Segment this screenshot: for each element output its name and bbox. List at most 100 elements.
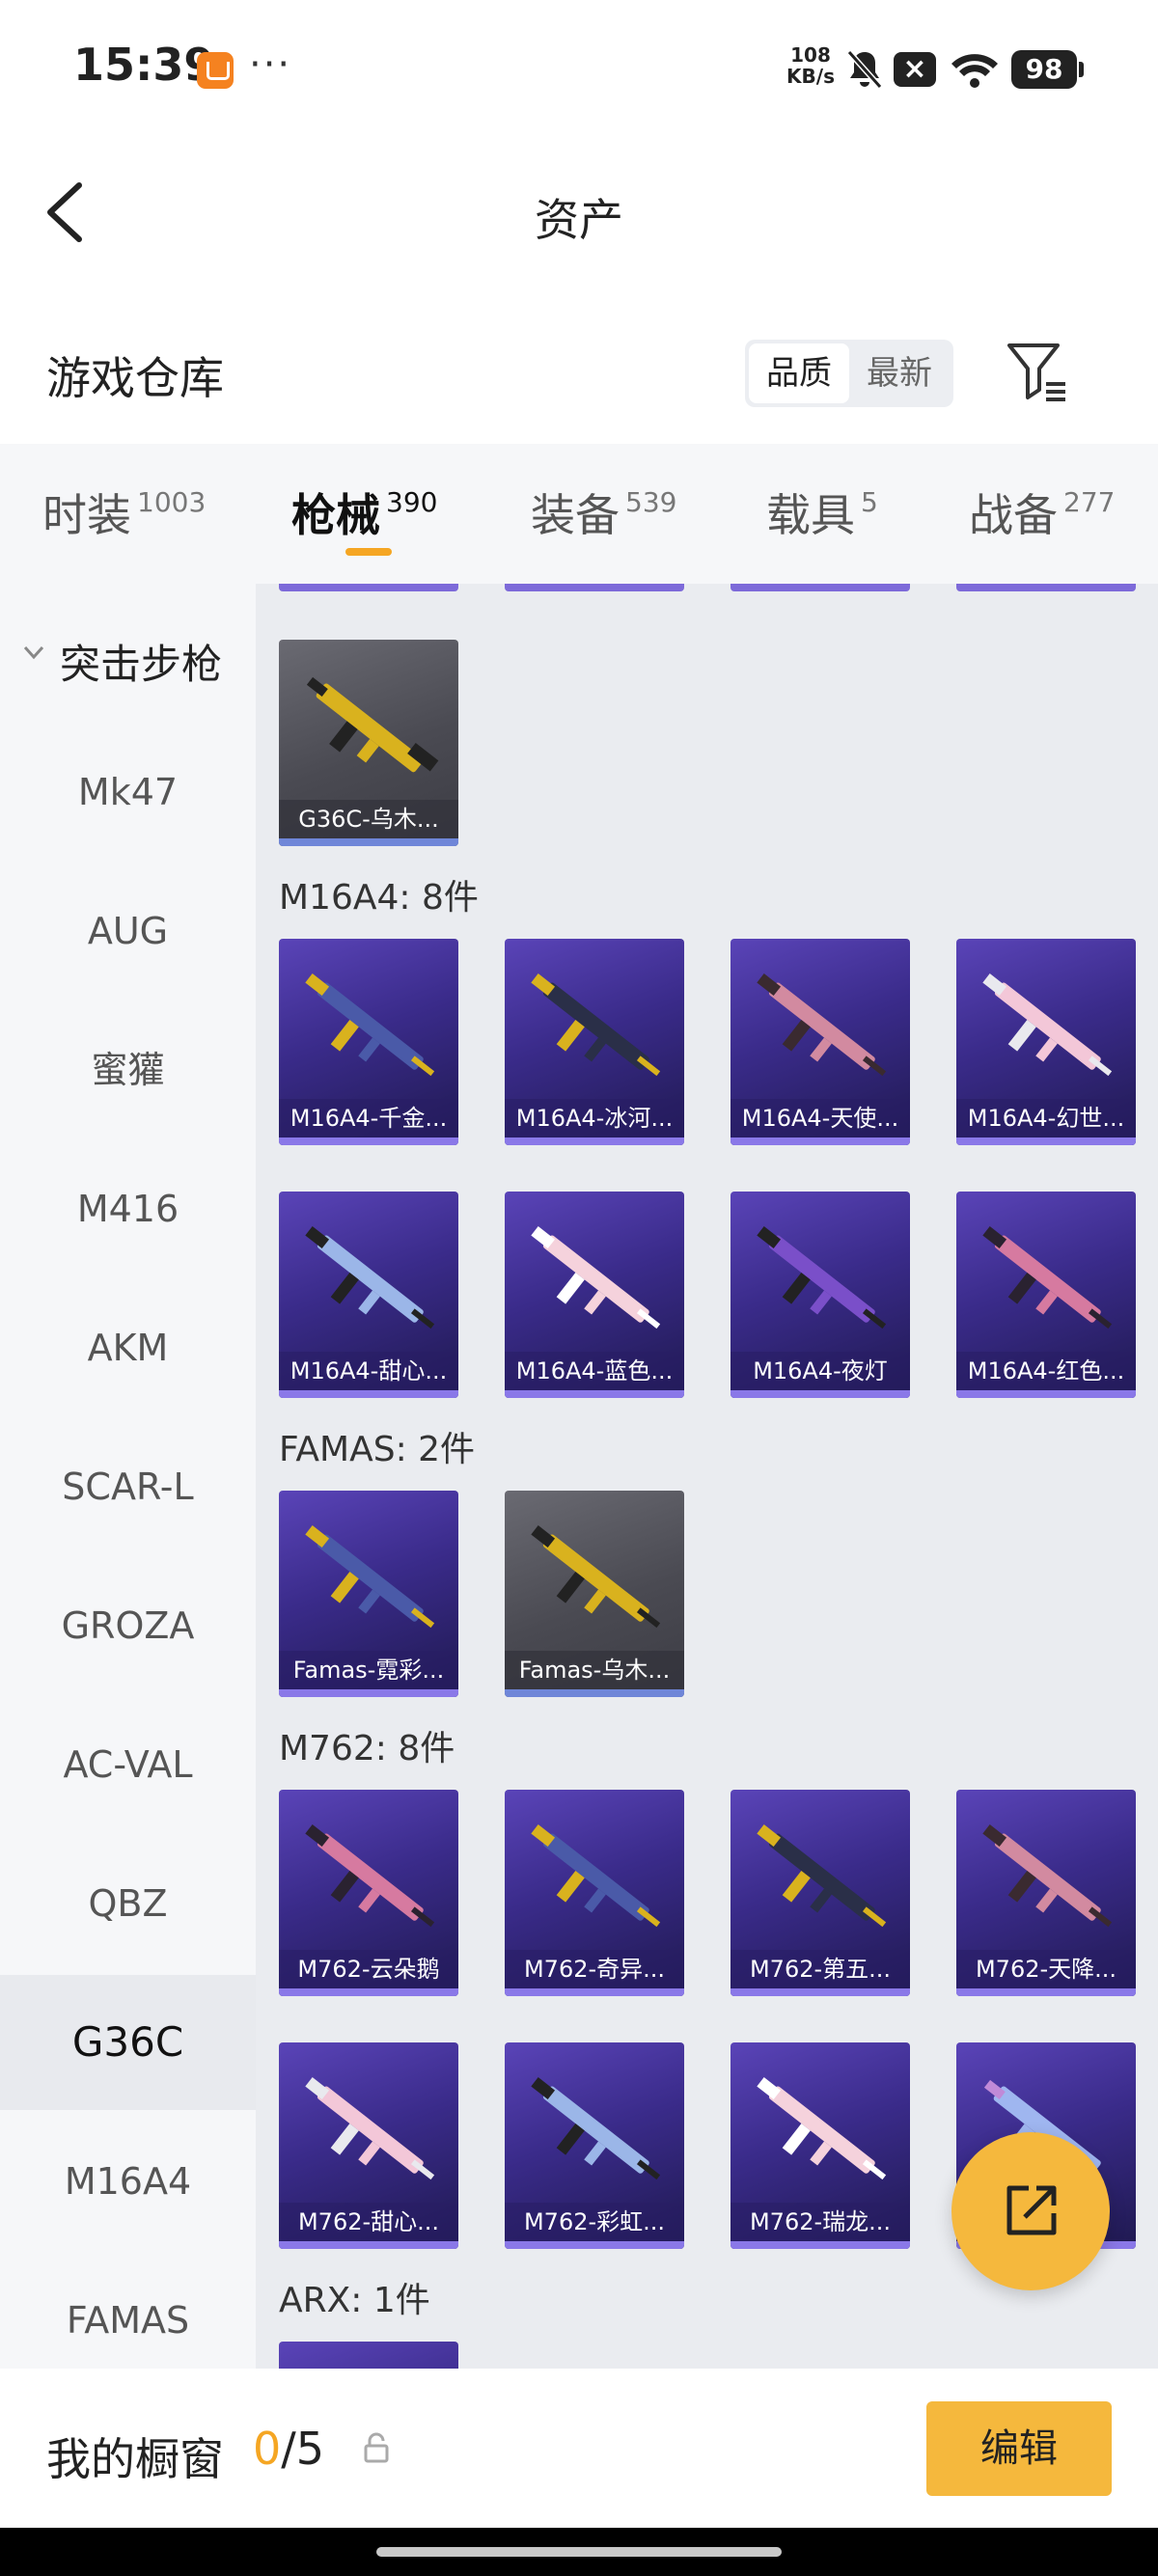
gun-image xyxy=(305,1824,435,1928)
category-tabs: 时装 1003 枪械 390 装备 539 载具 5 战备 277 xyxy=(0,444,1158,584)
gun-image xyxy=(531,1824,661,1928)
weapon-card[interactable]: M762-天降... xyxy=(956,1790,1136,1996)
sort-option-newest[interactable]: 最新 xyxy=(849,343,950,403)
sidebar-item-ac-val[interactable]: AC-VAL xyxy=(0,1697,256,1832)
card-quality-bar xyxy=(505,1390,684,1398)
filter-icon[interactable] xyxy=(1004,338,1071,405)
tab-guns[interactable]: 枪械 390 xyxy=(291,480,437,558)
gun-image xyxy=(757,1226,887,1329)
gun-image xyxy=(982,1226,1113,1329)
card-quality-bar xyxy=(505,1137,684,1145)
weapon-card-label: M762-第五... xyxy=(731,1950,910,1988)
weapon-card[interactable]: M16A4-千金... xyxy=(279,939,458,1145)
sidebar-item-scar-l[interactable]: SCAR-L xyxy=(0,1419,256,1554)
weapon-card[interactable]: M16A4-夜灯 xyxy=(731,1192,910,1398)
sidebar-item-m416[interactable]: M416 xyxy=(0,1141,256,1276)
weapon-card[interactable]: M16A4-红色... xyxy=(956,1192,1136,1398)
gun-image xyxy=(531,1226,661,1329)
weapon-type-sidebar: 突击步枪 Mk47 AUG 蜜獾 M416 AKM SCAR-L GROZA A… xyxy=(0,584,256,2369)
showcase-label: 我的橱窗 xyxy=(46,2433,224,2485)
tab-fashion[interactable]: 时装 1003 xyxy=(42,480,206,558)
weapon-card-label: M16A4-天使... xyxy=(731,1099,910,1137)
weapon-card-label: M762-天降... xyxy=(956,1950,1136,1988)
weapon-card-label: M16A4-蓝色... xyxy=(505,1352,684,1390)
sidebar-group-assault-rifles[interactable]: 突击步枪 xyxy=(0,613,256,701)
weapon-card[interactable]: M762-奇异... xyxy=(505,1790,684,1996)
tab-label: 载具 xyxy=(766,489,855,541)
sidebar-item-mk47[interactable]: Mk47 xyxy=(0,725,256,860)
gun-image xyxy=(982,1824,1113,1928)
card-quality-bar xyxy=(731,1137,910,1145)
showcase-bar: 我的橱窗 0/5 编辑 xyxy=(0,2369,1158,2528)
tab-label: 时装 xyxy=(42,489,131,541)
weapon-card[interactable]: M762-彩虹... xyxy=(505,2042,684,2249)
tab-supplies[interactable]: 战备 277 xyxy=(969,480,1115,558)
sidebar-item-qbz[interactable]: QBZ xyxy=(0,1836,256,1971)
home-indicator[interactable] xyxy=(376,2547,782,2557)
gun-image xyxy=(306,676,439,773)
tab-vehicles[interactable]: 载具 5 xyxy=(766,480,878,558)
gun-image xyxy=(757,1824,887,1928)
sort-option-quality[interactable]: 品质 xyxy=(749,343,849,403)
weapon-card-label: M16A4-幻世... xyxy=(956,1099,1136,1137)
app-icon xyxy=(197,52,234,89)
gun-image xyxy=(531,1525,661,1629)
card-quality-bar xyxy=(956,1390,1136,1398)
weapon-card[interactable]: Famas-乌木... xyxy=(505,1491,684,1697)
network-speed-value: 108 xyxy=(790,43,831,67)
status-bar: 15:39 ··· 108 KB/s × 98 xyxy=(0,0,1158,135)
weapon-card[interactable]: G36C-乌木... xyxy=(279,640,458,846)
tab-count: 390 xyxy=(386,486,438,518)
weapon-card-label: M16A4-冰河... xyxy=(505,1099,684,1137)
sidebar-item-groza[interactable]: GROZA xyxy=(0,1558,256,1693)
card-quality-bar xyxy=(279,2241,458,2249)
showcase-total: /5 xyxy=(281,2423,325,2475)
sidebar-item-famas[interactable]: FAMAS xyxy=(0,2253,256,2369)
gun-image xyxy=(305,2077,435,2180)
card-quality-bar xyxy=(731,1390,910,1398)
card-quality-bar xyxy=(731,2241,910,2249)
tab-count: 5 xyxy=(861,486,878,518)
weapon-card-label: G36C-乌木... xyxy=(279,800,458,838)
status-time: 15:39 xyxy=(73,39,215,91)
weapon-card-label: M762-云朵鹅 xyxy=(279,1950,458,1988)
weapon-card-label: M16A4-千金... xyxy=(279,1099,458,1137)
weapon-card[interactable]: M762-甜心... xyxy=(279,2042,458,2249)
sidebar-item-g36c[interactable]: G36C xyxy=(0,1975,256,2110)
network-speed: 108 KB/s xyxy=(784,44,838,87)
card-edge xyxy=(731,584,910,591)
navigation-bar xyxy=(0,2528,1158,2576)
tab-count: 277 xyxy=(1063,486,1116,518)
sidebar-item-m16a4[interactable]: M16A4 xyxy=(0,2114,256,2249)
weapon-card[interactable]: M16A4-蓝色... xyxy=(505,1192,684,1398)
card-quality-bar xyxy=(279,1137,458,1145)
weapon-card[interactable]: M16A4-天使... xyxy=(731,939,910,1145)
weapon-card[interactable]: M762-云朵鹅 xyxy=(279,1790,458,1996)
weapon-card[interactable]: M762-第五... xyxy=(731,1790,910,1996)
weapon-card[interactable] xyxy=(279,2342,458,2369)
weapon-card[interactable]: M762-瑞龙... xyxy=(731,2042,910,2249)
card-quality-bar xyxy=(505,1689,684,1697)
sidebar-item-honey-badger[interactable]: 蜜獾 xyxy=(0,1002,256,1137)
gun-image xyxy=(305,1525,435,1629)
weapon-card[interactable]: M16A4-冰河... xyxy=(505,939,684,1145)
tab-equipment[interactable]: 装备 539 xyxy=(531,480,676,558)
sidebar-item-aug[interactable]: AUG xyxy=(0,863,256,999)
share-fab[interactable] xyxy=(951,2132,1110,2290)
card-edge xyxy=(956,584,1136,591)
weapon-card[interactable]: Famas-霓彩... xyxy=(279,1491,458,1697)
chevron-down-icon xyxy=(23,645,44,660)
weapon-card[interactable]: M16A4-幻世... xyxy=(956,939,1136,1145)
card-quality-bar xyxy=(956,1137,1136,1145)
card-quality-bar xyxy=(956,1988,1136,1996)
sidebar-item-akm[interactable]: AKM xyxy=(0,1280,256,1415)
weapon-grid: G36C-乌木... M16A4: 8件 M16A4-千金... M16A4-冰河… xyxy=(256,584,1158,2369)
card-quality-bar xyxy=(505,1988,684,1996)
section-title-m762: M762: 8件 xyxy=(279,1729,455,1768)
weapon-card-label: M16A4-甜心... xyxy=(279,1352,458,1390)
gun-image xyxy=(305,973,435,1077)
edit-button[interactable]: 编辑 xyxy=(926,2401,1112,2496)
lock-icon xyxy=(364,2432,389,2463)
network-speed-unit: KB/s xyxy=(786,65,835,88)
weapon-card[interactable]: M16A4-甜心... xyxy=(279,1192,458,1398)
